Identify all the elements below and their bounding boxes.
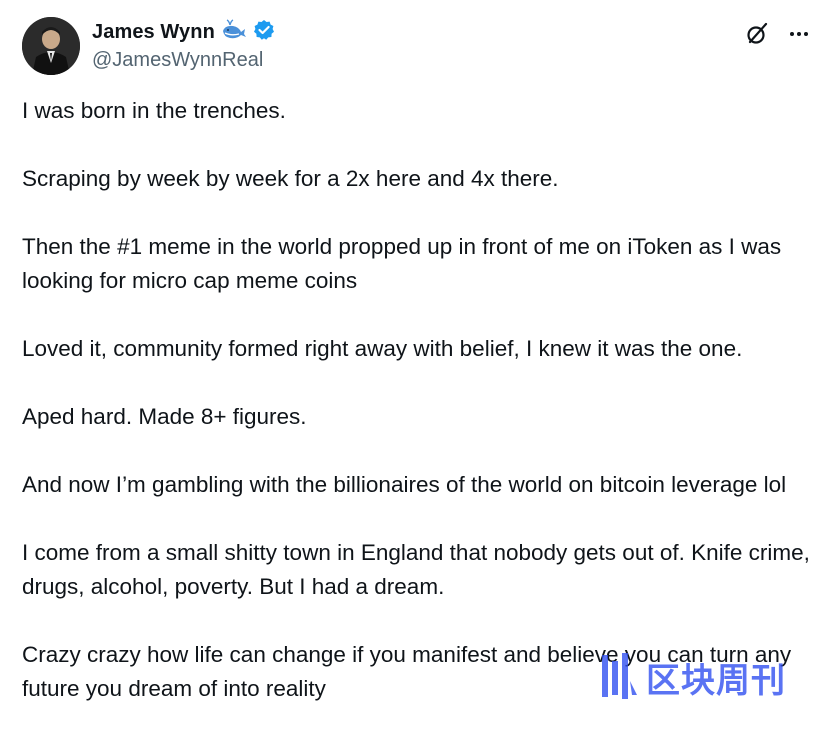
whale-emoji-icon [221, 19, 247, 45]
verified-badge-icon [253, 19, 275, 45]
more-icon[interactable] [785, 20, 813, 48]
tweet-paragraph: Crazy crazy how life can change if you m… [22, 642, 792, 701]
tweet-paragraph: And now I’m gambling with the billionair… [22, 472, 787, 497]
tweet-paragraph: I was born in the trenches. [22, 98, 286, 123]
avatar[interactable] [22, 17, 80, 75]
tweet-card: James Wynn @JamesWynnReal I was born in … [0, 0, 827, 742]
author-name-row: James Wynn [92, 17, 275, 47]
grok-icon[interactable] [743, 20, 771, 48]
author-display-name[interactable]: James Wynn [92, 21, 215, 44]
tweet-paragraph: Loved it, community formed right away wi… [22, 336, 743, 361]
tweet-paragraph: Then the #1 meme in the world propped up… [22, 234, 782, 293]
tweet-paragraph: Aped hard. Made 8+ figures. [22, 404, 307, 429]
tweet-paragraph: I come from a small shitty town in Engla… [22, 540, 810, 599]
tweet-paragraph: Scraping by week by week for a 2x here a… [22, 166, 559, 191]
author-handle[interactable]: @JamesWynnReal [92, 49, 263, 72]
tweet-text: I was born in the trenches. Scraping by … [22, 94, 822, 706]
avatar-image [22, 17, 80, 75]
tweet-actions [743, 20, 813, 48]
